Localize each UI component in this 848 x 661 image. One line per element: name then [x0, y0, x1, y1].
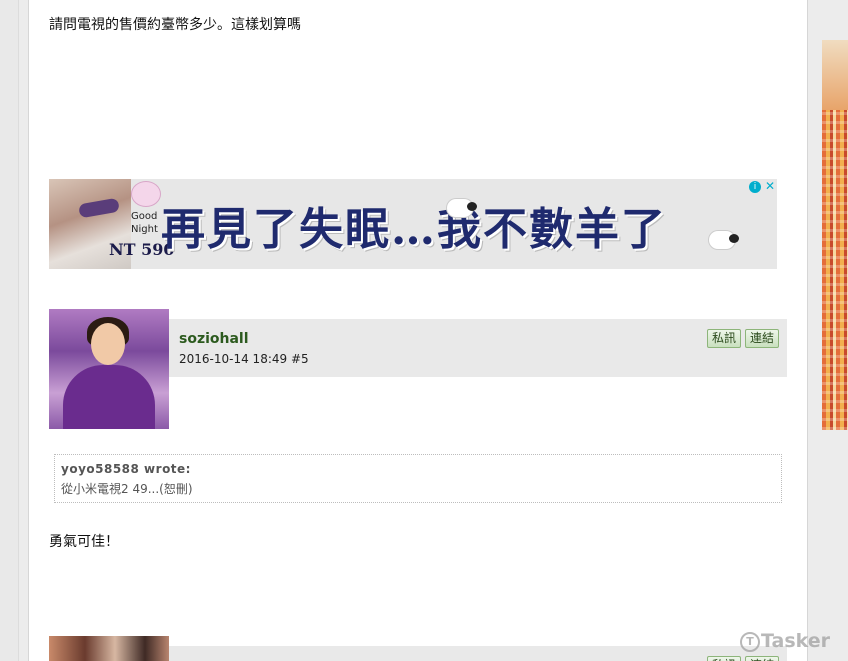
sheep-icon	[447, 199, 477, 217]
post-message-text: 勇氣可佳！	[49, 534, 119, 550]
ad-info-icon[interactable]: i	[749, 181, 761, 193]
left-page-gutter	[0, 0, 19, 661]
permalink-button[interactable]: 連結	[745, 329, 780, 348]
sheep-icon	[709, 231, 739, 249]
avatar-body	[63, 365, 155, 429]
post-number[interactable]: #5	[291, 352, 309, 366]
avatar-face	[91, 323, 125, 365]
quote-block: yoyo58588 wrote: 從小米電視2 49...(恕刪)	[54, 454, 782, 503]
watermark: T Tasker	[740, 630, 830, 652]
right-page-gutter	[808, 0, 822, 661]
brand-logo-icon	[131, 181, 161, 207]
user-avatar[interactable]	[49, 636, 169, 661]
post-header: 私訊 連結	[169, 646, 787, 661]
post-timestamp: 2016-10-14 18:49	[179, 352, 288, 366]
watermark-text: Tasker	[761, 630, 831, 652]
private-message-button[interactable]: 私訊	[707, 656, 742, 661]
side-ad-image[interactable]	[822, 40, 848, 430]
username-link[interactable]: soziohall	[179, 331, 249, 347]
quote-author: yoyo58588 wrote:	[61, 462, 191, 476]
user-avatar[interactable]	[49, 309, 169, 429]
post-header: soziohall 2016-10-14 18:49 #5 私訊 連結	[169, 319, 787, 377]
watermark-logo-icon: T	[740, 632, 760, 652]
ad-banner[interactable]: Good Night NT 590 再見了失眠…我不數羊了 i ✕	[49, 179, 777, 269]
post-message-text: 請問電視的售價約臺幣多少。這樣划算嗎	[49, 17, 301, 33]
ad-close-icon[interactable]: ✕	[765, 180, 775, 193]
permalink-button[interactable]: 連結	[745, 656, 780, 661]
post-meta: 2016-10-14 18:49 #5	[179, 352, 309, 366]
private-message-button[interactable]: 私訊	[707, 329, 742, 348]
quote-text: 從小米電視2 49...(恕刪)	[61, 482, 193, 496]
ad-headline: 再見了失眠…我不數羊了	[161, 204, 667, 255]
